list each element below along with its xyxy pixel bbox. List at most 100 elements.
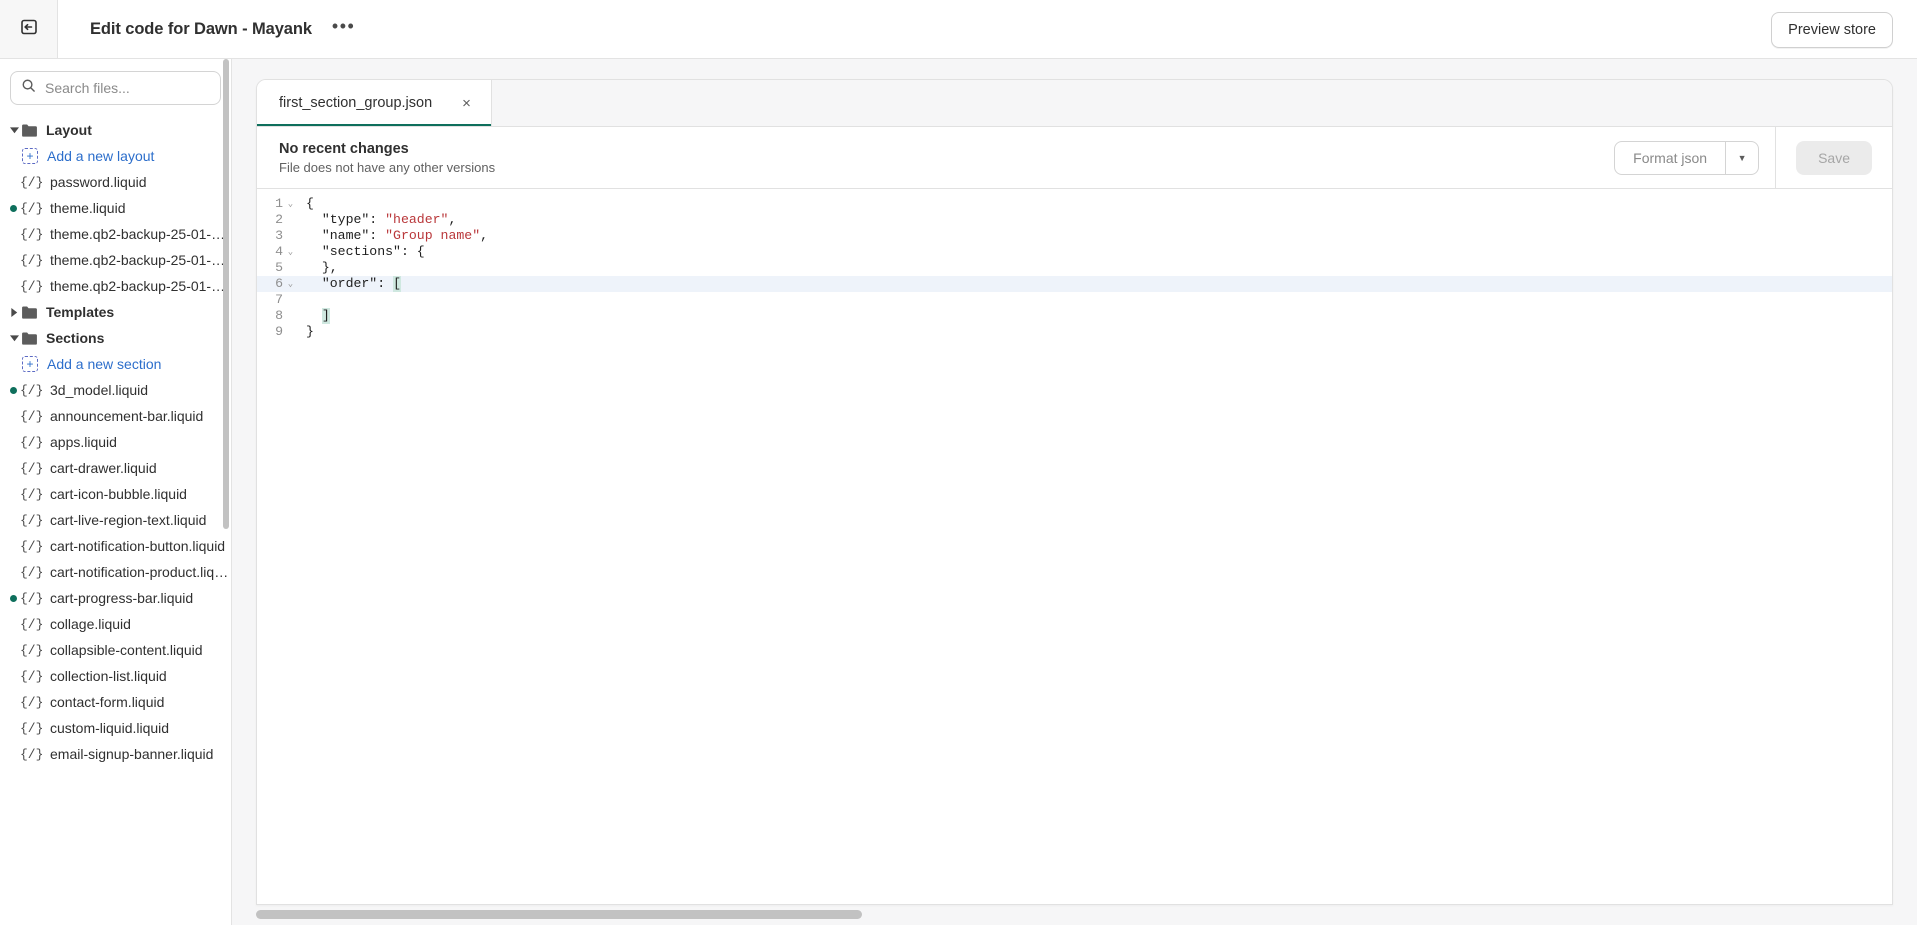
tree-add-item[interactable]: +Add a new section bbox=[0, 351, 231, 377]
tree-file-label: theme.qb2-backup-25-01-23_0... bbox=[50, 252, 231, 268]
tree-file-item[interactable]: {/}theme.qb2-backup-25-01-23_0... bbox=[0, 273, 231, 299]
code-line[interactable]: "type": "header", bbox=[299, 212, 1892, 228]
code-line[interactable]: "sections": { bbox=[299, 244, 1892, 260]
line-number-value: 4 bbox=[275, 244, 283, 260]
tree-folder-sections[interactable]: Sections bbox=[0, 325, 231, 351]
plus-icon: + bbox=[22, 356, 38, 372]
tree-file-item[interactable]: {/}theme.liquid bbox=[0, 195, 231, 221]
liquid-file-icon: {/} bbox=[20, 435, 42, 450]
code-token: "Group name" bbox=[385, 228, 480, 244]
tree-file-item[interactable]: {/} apps.liquid bbox=[0, 429, 231, 455]
fold-toggle-icon[interactable]: ⌄ bbox=[286, 276, 295, 292]
code-token: } bbox=[306, 324, 314, 340]
horizontal-scrollbar-thumb[interactable] bbox=[256, 910, 862, 919]
code-line[interactable]: ] bbox=[299, 308, 1892, 324]
tree-file-label: apps.liquid bbox=[50, 434, 117, 450]
tree-file-label: contact-form.liquid bbox=[50, 694, 164, 710]
version-info: No recent changes File does not have any… bbox=[279, 141, 495, 175]
code-editor[interactable]: 1⌄234⌄56⌄789 { "type": "header", "name":… bbox=[257, 189, 1892, 904]
folder-icon bbox=[22, 306, 37, 319]
tree-folder-label: Layout bbox=[46, 122, 92, 138]
exit-editor-button[interactable] bbox=[0, 0, 58, 58]
tree-file-item[interactable]: {/}cart-icon-bubble.liquid bbox=[0, 481, 231, 507]
tree-file-item[interactable]: {/} custom-liquid.liquid bbox=[0, 715, 231, 741]
caret-down-icon[interactable] bbox=[6, 127, 22, 134]
tree-file-item[interactable]: {/}theme.qb2-backup-25-01-23_0... bbox=[0, 221, 231, 247]
liquid-file-icon: {/} bbox=[20, 227, 42, 242]
fold-toggle-icon[interactable]: ⌄ bbox=[286, 244, 295, 260]
code-line[interactable]: }, bbox=[299, 260, 1892, 276]
line-number: 5 bbox=[257, 260, 299, 276]
close-icon[interactable]: × bbox=[458, 93, 475, 114]
version-title: No recent changes bbox=[279, 141, 495, 157]
file-tree: Layout +Add a new layout{/}password.liqui… bbox=[0, 111, 231, 767]
code-line[interactable]: } bbox=[299, 324, 1892, 340]
tree-file-item[interactable]: {/}theme.qb2-backup-25-01-23_0... bbox=[0, 247, 231, 273]
line-number-value: 3 bbox=[275, 228, 283, 244]
tree-add-item[interactable]: +Add a new layout bbox=[0, 143, 231, 169]
tree-file-item[interactable]: {/}cart-progress-bar.liquid bbox=[0, 585, 231, 611]
horizontal-scrollbar[interactable] bbox=[256, 910, 1893, 919]
code-content[interactable]: { "type": "header", "name": "Group name"… bbox=[299, 196, 1892, 904]
search-input[interactable] bbox=[45, 80, 210, 96]
code-line[interactable]: { bbox=[299, 196, 1892, 212]
page-title: Edit code for Dawn - Mayank bbox=[90, 20, 312, 39]
search-files-box[interactable] bbox=[10, 71, 221, 105]
editor-tab-label: first_section_group.json bbox=[279, 95, 432, 111]
chevron-down-icon[interactable]: ▼ bbox=[1726, 142, 1758, 174]
main-layout: Layout +Add a new layout{/}password.liqui… bbox=[0, 59, 1917, 925]
tree-file-label: collage.liquid bbox=[50, 616, 131, 632]
code-token: { bbox=[306, 196, 314, 212]
tree-file-item[interactable]: {/}collage.liquid bbox=[0, 611, 231, 637]
tree-file-item[interactable]: {/}cart-notification-button.liquid bbox=[0, 533, 231, 559]
tree-file-label: 3d_model.liquid bbox=[50, 382, 148, 398]
tree-file-item[interactable]: {/}password.liquid bbox=[0, 169, 231, 195]
tree-file-item[interactable]: {/}contact-form.liquid bbox=[0, 689, 231, 715]
liquid-file-icon: {/} bbox=[20, 747, 42, 762]
code-line[interactable] bbox=[299, 292, 1892, 308]
sidebar-scrollbar[interactable] bbox=[223, 59, 229, 529]
modified-dot-icon bbox=[6, 387, 20, 394]
code-token: "type": bbox=[306, 212, 385, 228]
tree-folder-label: Templates bbox=[46, 304, 114, 320]
liquid-file-icon: {/} bbox=[20, 669, 42, 684]
liquid-file-icon: {/} bbox=[20, 591, 42, 606]
tree-file-label: collection-list.liquid bbox=[50, 668, 167, 684]
editor-pane: first_section_group.json × No recent cha… bbox=[232, 59, 1917, 925]
line-number: 3 bbox=[257, 228, 299, 244]
save-button[interactable]: Save bbox=[1796, 141, 1872, 175]
code-token: , bbox=[480, 228, 488, 244]
liquid-file-icon: {/} bbox=[20, 383, 42, 398]
code-line[interactable]: "order": [ bbox=[299, 276, 1892, 292]
line-number-value: 6 bbox=[275, 276, 283, 292]
tree-file-item[interactable]: {/}cart-live-region-text.liquid bbox=[0, 507, 231, 533]
editor-card: first_section_group.json × No recent cha… bbox=[256, 79, 1893, 905]
tree-file-item[interactable]: {/}cart-notification-product.liquid bbox=[0, 559, 231, 585]
tree-file-item[interactable]: {/}announcement-bar.liquid bbox=[0, 403, 231, 429]
more-actions-button[interactable]: ••• bbox=[326, 20, 361, 38]
modified-dot-icon bbox=[6, 595, 20, 602]
format-json-button[interactable]: Format json bbox=[1615, 142, 1726, 174]
plus-icon: + bbox=[22, 148, 38, 164]
caret-down-icon[interactable] bbox=[6, 335, 22, 342]
editor-tab[interactable]: first_section_group.json × bbox=[257, 80, 492, 126]
tree-folder-templates[interactable]: Templates bbox=[0, 299, 231, 325]
preview-store-button[interactable]: Preview store bbox=[1771, 12, 1893, 48]
fold-toggle-icon[interactable]: ⌄ bbox=[286, 196, 295, 212]
tree-file-item[interactable]: {/}email-signup-banner.liquid bbox=[0, 741, 231, 767]
tree-file-label: custom-liquid.liquid bbox=[50, 720, 169, 736]
tree-file-label: cart-drawer.liquid bbox=[50, 460, 157, 476]
tree-folder-layout[interactable]: Layout bbox=[0, 117, 231, 143]
tree-file-label: theme.qb2-backup-25-01-23_0... bbox=[50, 278, 231, 294]
line-number: 8 bbox=[257, 308, 299, 324]
liquid-file-icon: {/} bbox=[20, 461, 42, 476]
tree-file-item[interactable]: {/} 3d_model.liquid bbox=[0, 377, 231, 403]
liquid-file-icon: {/} bbox=[20, 721, 42, 736]
tree-folder-label: Sections bbox=[46, 330, 104, 346]
tree-file-item[interactable]: {/}collapsible-content.liquid bbox=[0, 637, 231, 663]
code-line[interactable]: "name": "Group name", bbox=[299, 228, 1892, 244]
caret-right-icon[interactable] bbox=[6, 308, 22, 317]
liquid-file-icon: {/} bbox=[20, 643, 42, 658]
tree-file-item[interactable]: {/} cart-drawer.liquid bbox=[0, 455, 231, 481]
tree-file-item[interactable]: {/} collection-list.liquid bbox=[0, 663, 231, 689]
